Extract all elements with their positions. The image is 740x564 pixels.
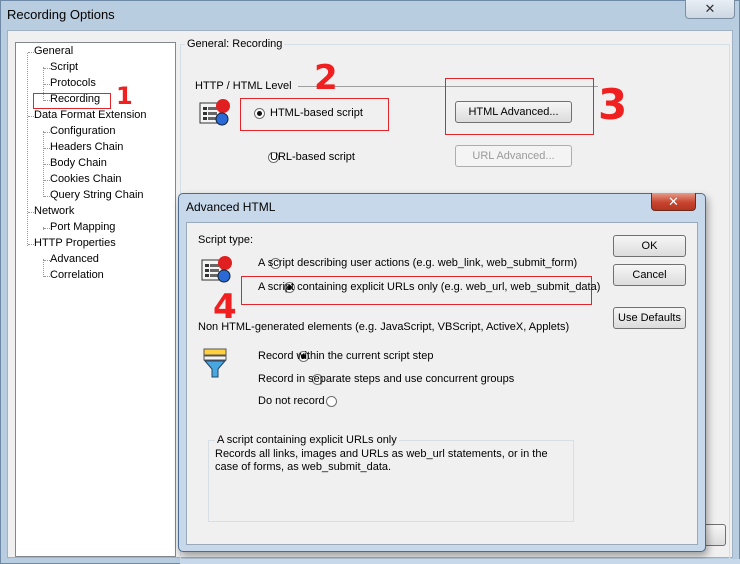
http-level-label: HTTP / HTML Level <box>195 80 292 92</box>
annotation-box-recording <box>33 93 111 109</box>
group-label: General: Recording <box>185 38 285 50</box>
tree-item-data-format-extension[interactable]: Data Format Extension <box>34 109 147 121</box>
explicit-urls-label: A script containing explicit URLs only (… <box>258 281 601 293</box>
tree-item-advanced[interactable]: Advanced <box>50 253 99 265</box>
non-html-label: Non HTML-generated elements (e.g. JavaSc… <box>198 321 570 333</box>
script-type-label: Script type: <box>198 234 254 246</box>
record-separate-label: Record in separate steps and use concurr… <box>258 373 515 385</box>
dialog-title: Advanced HTML <box>186 200 276 214</box>
tree-item-general[interactable]: General <box>34 45 73 57</box>
html-advanced-button[interactable]: HTML Advanced... <box>455 101 572 123</box>
tree-item-query-string-chain[interactable]: Query String Chain <box>50 189 144 201</box>
ok-button[interactable]: OK <box>613 235 686 257</box>
url-based-label: URL-based script <box>270 151 355 163</box>
html-based-radio[interactable] <box>254 108 265 119</box>
options-tree[interactable]: General Script Protocols Recording Data … <box>15 42 176 557</box>
tree-item-http-properties[interactable]: HTTP Properties <box>34 237 116 249</box>
window-title: Recording Options <box>7 7 115 22</box>
use-defaults-button[interactable]: Use Defaults <box>613 307 686 329</box>
description-title: A script containing explicit URLs only <box>215 434 399 446</box>
close-icon[interactable]: ✕ <box>685 0 735 19</box>
tree-item-cookies-chain[interactable]: Cookies Chain <box>50 173 122 185</box>
tree-item-script[interactable]: Script <box>50 61 78 73</box>
html-based-label: HTML-based script <box>270 107 363 119</box>
hidden-button[interactable] <box>706 524 726 546</box>
annotation-number-two: 2 <box>314 58 338 98</box>
do-not-record-label: Do not record <box>258 395 325 407</box>
user-actions-label: A script describing user actions (e.g. w… <box>258 257 578 269</box>
description-text: Records all links, images and URLs as we… <box>215 448 548 473</box>
cancel-button[interactable]: Cancel <box>613 264 686 286</box>
tree-item-body-chain[interactable]: Body Chain <box>50 157 107 169</box>
tree-item-configuration[interactable]: Configuration <box>50 125 115 137</box>
tree-item-headers-chain[interactable]: Headers Chain <box>50 141 123 153</box>
annotation-number-three: 3 <box>598 80 628 129</box>
tree-line <box>27 53 28 246</box>
tree-item-port-mapping[interactable]: Port Mapping <box>50 221 115 233</box>
html-script-icon <box>199 99 230 126</box>
url-advanced-button[interactable]: URL Advanced... <box>455 145 572 167</box>
filter-icon <box>203 348 227 378</box>
script-type-icon <box>201 256 232 283</box>
annotation-number-one: 1 <box>116 82 133 110</box>
tree-line <box>43 259 44 277</box>
tree-item-protocols[interactable]: Protocols <box>50 77 96 89</box>
dialog-close-icon[interactable]: ✕ <box>651 193 696 211</box>
bottom-strip <box>180 559 740 564</box>
tree-item-correlation[interactable]: Correlation <box>50 269 104 281</box>
record-within-label: Record within the current script step <box>258 350 434 362</box>
tree-item-network[interactable]: Network <box>34 205 74 217</box>
